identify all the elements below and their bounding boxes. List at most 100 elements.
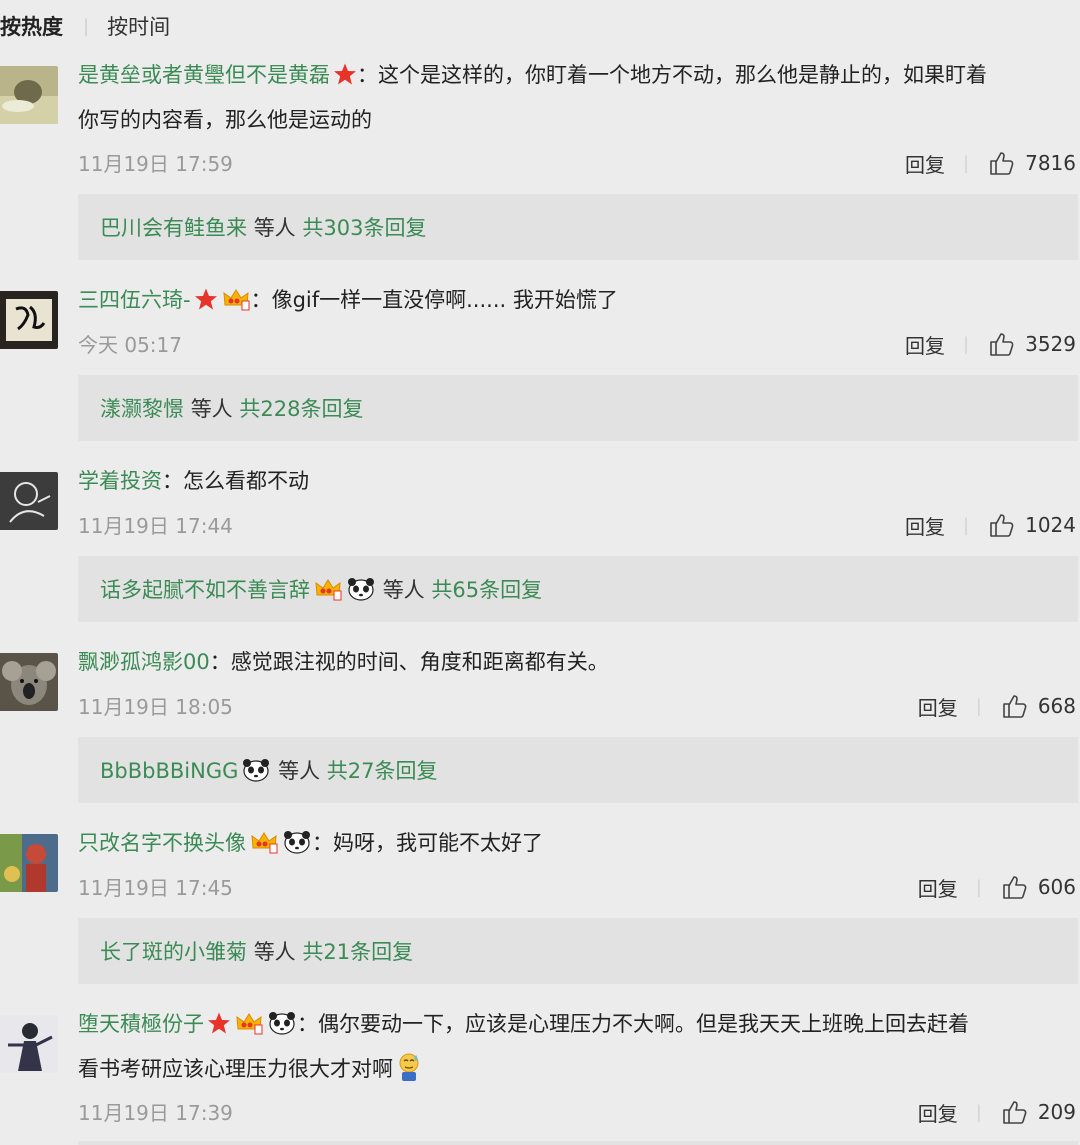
thumbs-up-icon[interactable]	[1002, 874, 1028, 900]
comment-actions: 回复 | 209	[918, 1097, 1076, 1127]
avatar[interactable]	[0, 1015, 58, 1073]
reply-total-link[interactable]: 共65条回复	[431, 578, 542, 602]
comment-text-line: ：这个是这样的，你盯着一个地方不动，那么他是静止的，如果盯着	[357, 63, 987, 87]
reply-users[interactable]: BbBbBBiNGG	[100, 759, 238, 783]
reply-button[interactable]: 回复	[918, 1098, 958, 1127]
comment-body: 堕天積極份子 ：偶尔要动一下，应该是心理压力不大啊。但是我天天上班晚上回去赶着 看…	[78, 1002, 1078, 1092]
comment-body: 三四伍六琦- ：像gif一样一直没停啊...... 我开始慌了	[78, 278, 1078, 323]
tab-sort-by-hot[interactable]: 按热度	[0, 11, 63, 41]
thumbs-up-icon[interactable]	[989, 512, 1015, 538]
replies-summary[interactable]: BbBbBBiNGG 等人 共27条回复	[78, 737, 1078, 803]
replies-summary-text: 巴川会有鲑鱼来 等人 共303条回复	[100, 212, 426, 242]
comment-username[interactable]: 飘渺孤鸿影00	[78, 650, 210, 674]
reply-button[interactable]: 回复	[918, 873, 958, 902]
reply-others-label: 等人	[278, 759, 321, 783]
avatar[interactable]	[0, 834, 58, 892]
comment-body: 学着投资：怎么看都不动	[78, 459, 1078, 504]
thumbs-up-icon[interactable]	[1002, 1099, 1028, 1125]
comment-time: 11月19日 17:59	[78, 152, 233, 176]
comment-meta: 11月19日 18:05 回复 | 668	[78, 691, 1078, 721]
reply-total-link[interactable]: 共21条回复	[302, 940, 413, 964]
star-icon	[194, 288, 217, 310]
reply-others-label: 等人	[253, 216, 296, 240]
replies-summary[interactable]: 漾灏黎憬 等人 共228条回复	[78, 375, 1078, 441]
reply-others-label: 等人	[253, 940, 296, 964]
comment-username[interactable]: 只改名字不换头像	[78, 831, 246, 855]
comment-actions: 回复 | 668	[918, 691, 1076, 721]
comment-text-line: 你写的内容看，那么他是运动的	[78, 108, 372, 132]
reply-users[interactable]: 漾灏黎憬	[100, 397, 184, 421]
comment-meta: 今天 05:17 回复 | 3529	[78, 329, 1078, 359]
avatar[interactable]	[0, 653, 58, 711]
like-count: 668	[1037, 694, 1076, 718]
reply-users[interactable]: 话多起腻不如不善言辞	[100, 578, 310, 602]
action-divider: |	[975, 876, 982, 898]
comment-text-line: ：偶尔要动一下，应该是心理压力不大啊。但是我天天上班晚上回去赶着	[297, 1012, 969, 1036]
reply-users[interactable]: 巴川会有鲑鱼来	[100, 216, 247, 240]
reply-total-link[interactable]: 共27条回复	[327, 759, 438, 783]
reply-button[interactable]: 回复	[918, 692, 958, 721]
comment-body: 是黄垒或者黄璺但不是黄磊 ：这个是这样的，你盯着一个地方不动，那么他是静止的，如果…	[78, 53, 1078, 143]
replies-summary[interactable]: 长了斑的小雏菊 等人 共21条回复	[78, 918, 1078, 984]
panda-icon	[269, 1012, 295, 1035]
avatar[interactable]	[0, 291, 58, 349]
action-divider: |	[975, 1101, 982, 1123]
reply-users[interactable]: 长了斑的小雏菊	[100, 940, 247, 964]
vip-crown-icon	[236, 1013, 263, 1035]
reply-total-link[interactable]: 共303条回复	[302, 216, 426, 240]
tab-divider: |	[83, 15, 90, 37]
reply-button[interactable]: 回复	[905, 511, 945, 540]
comment-meta: 11月19日 17:45 回复 | 606	[78, 872, 1078, 902]
tab-sort-by-time[interactable]: 按时间	[107, 11, 170, 41]
like-count: 1024	[1025, 513, 1076, 537]
comment-text-line: ：像gif一样一直没停啊...... 我开始慌了	[250, 288, 618, 312]
comment-username[interactable]: 学着投资	[78, 469, 162, 493]
comment-actions: 回复 | 1024	[905, 510, 1076, 540]
replies-summary-text: 漾灏黎憬 等人 共228条回复	[100, 393, 363, 423]
reply-total-link[interactable]: 共228条回复	[239, 397, 363, 421]
replies-summary[interactable]: 巴川会有鲑鱼来 等人 共303条回复	[78, 194, 1078, 260]
like-count: 3529	[1025, 332, 1076, 356]
comment-time: 11月19日 17:44	[78, 514, 233, 538]
comment-username[interactable]: 三四伍六琦-	[78, 288, 191, 312]
like-count: 209	[1037, 1100, 1076, 1124]
action-divider: |	[963, 514, 970, 536]
thumbs-up-icon[interactable]	[1002, 693, 1028, 719]
avatar[interactable]	[0, 66, 58, 124]
sort-bar: 按热度 | 按时间	[0, 0, 1080, 52]
reply-button[interactable]: 回复	[905, 330, 945, 359]
comment-time: 今天 05:17	[78, 333, 182, 357]
vip-crown-icon	[222, 289, 250, 311]
replies-summary-edge	[78, 1141, 1078, 1145]
comment-time: 11月19日 17:39	[78, 1101, 233, 1125]
comment-meta: 11月19日 17:44 回复 | 1024	[78, 510, 1078, 540]
replies-summary[interactable]: 话多起腻不如不善言辞 等人 共65条回复	[78, 556, 1078, 622]
avatar[interactable]	[0, 472, 58, 530]
star-icon	[208, 1012, 230, 1034]
comment-meta: 11月19日 17:39 回复 | 209	[78, 1097, 1078, 1127]
like-count: 606	[1037, 875, 1076, 899]
like-count: 7816	[1025, 151, 1076, 175]
action-divider: |	[975, 695, 982, 717]
comment-actions: 回复 | 606	[918, 872, 1076, 902]
comment-actions: 回复 | 3529	[905, 329, 1076, 359]
reply-others-label: 等人	[190, 397, 233, 421]
reply-others-label: 等人	[382, 578, 425, 602]
comment-username[interactable]: 是黄垒或者黄璺但不是黄磊	[78, 63, 330, 87]
thumbs-up-icon[interactable]	[989, 331, 1015, 357]
vip-crown-icon	[251, 832, 278, 854]
comment-body: 只改名字不换头像 ：妈呀，我可能不太好了	[78, 821, 1078, 866]
reply-button[interactable]: 回复	[905, 149, 945, 178]
comment-body: 飘渺孤鸿影00：感觉跟注视的时间、角度和距离都有关。	[78, 640, 1078, 685]
comment-time: 11月19日 18:05	[78, 695, 233, 719]
replies-summary-text: 长了斑的小雏菊 等人 共21条回复	[100, 936, 413, 966]
vip-crown-icon	[315, 579, 342, 601]
comment-text-line: ：感觉跟注视的时间、角度和距离都有关。	[209, 650, 609, 674]
comment-username[interactable]: 堕天積極份子	[78, 1012, 204, 1036]
star-icon	[334, 63, 356, 85]
action-divider: |	[963, 333, 970, 355]
replies-summary-text: BbBbBBiNGG 等人 共27条回复	[100, 755, 438, 785]
comment-time: 11月19日 17:45	[78, 876, 233, 900]
panda-icon	[284, 831, 310, 854]
thumbs-up-icon[interactable]	[989, 150, 1015, 176]
